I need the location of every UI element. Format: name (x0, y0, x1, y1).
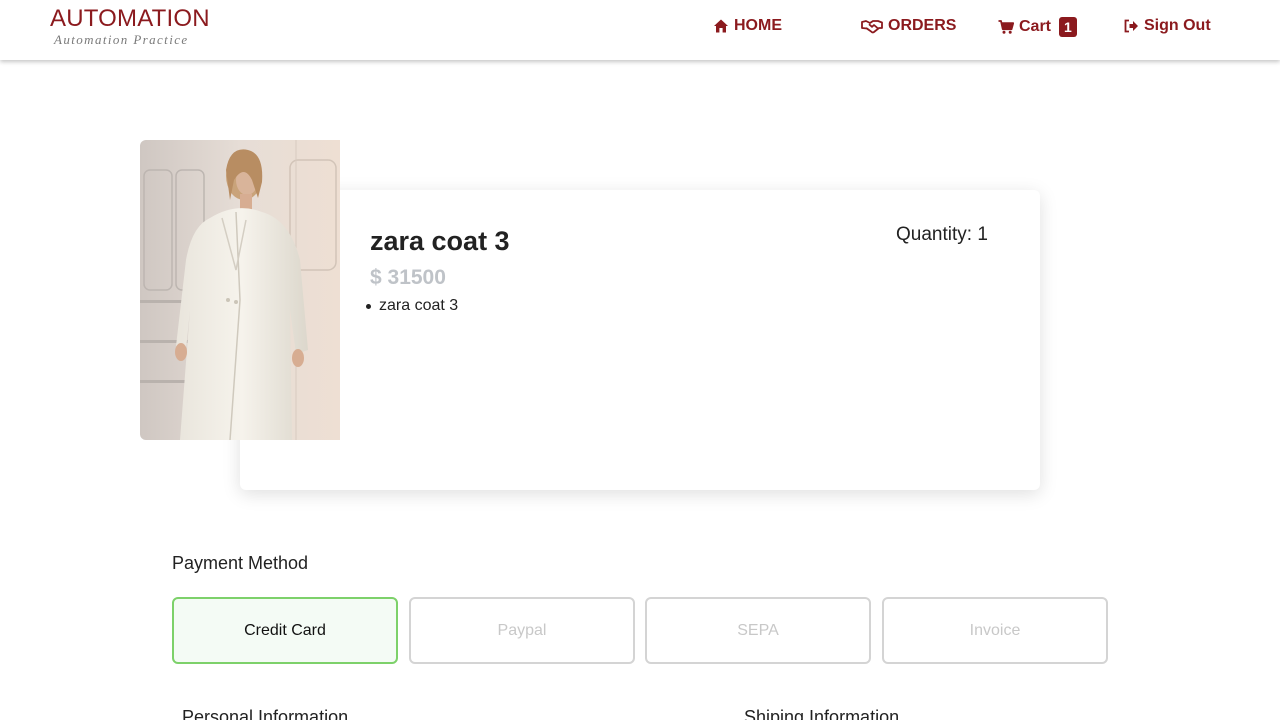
nav-home-label: HOME (734, 17, 782, 34)
cart-icon (998, 19, 1014, 35)
payment-option-credit-card[interactable]: Credit Card (172, 597, 398, 664)
product-description-text: zara coat 3 (379, 297, 459, 314)
bullet-icon (366, 303, 371, 309)
shipping-information-title: Shiping Information (744, 707, 900, 720)
payment-option-sepa[interactable]: SEPA (645, 597, 871, 664)
cart-count-badge: 1 (1059, 17, 1077, 37)
payment-method-title: Payment Method (172, 553, 309, 573)
sign-out-icon (1123, 18, 1139, 34)
product-description-item: zara coat 3 (366, 297, 458, 315)
payment-option-paypal[interactable]: Paypal (409, 597, 635, 664)
nav-orders-button[interactable]: ORDERS (861, 17, 956, 35)
personal-information-title: Personal Information (182, 707, 349, 720)
home-icon (713, 18, 729, 34)
brand-subtitle: Automation Practice (54, 32, 189, 47)
nav-cart-label: Cart (1019, 18, 1052, 35)
handshake-icon (861, 18, 883, 34)
nav-orders-label: ORDERS (888, 17, 957, 34)
top-navbar: AUTOMATION Automation Practice HOME ORDE… (0, 0, 1280, 60)
payment-option-invoice[interactable]: Invoice (882, 597, 1108, 664)
nav-home-button[interactable]: HOME (713, 17, 782, 35)
product-price: $ 31500 (370, 266, 446, 289)
product-quantity: Quantity: 1 (896, 224, 988, 245)
product-name: zara coat 3 (370, 226, 510, 256)
nav-signout-label: Sign Out (1144, 17, 1211, 34)
brand-title: AUTOMATION (50, 5, 210, 32)
brand-logo[interactable]: AUTOMATION Automation Practice (50, 6, 210, 48)
nav-cart-button[interactable]: Cart 1 (998, 17, 1077, 37)
product-image (140, 140, 340, 440)
nav-signout-button[interactable]: Sign Out (1123, 17, 1211, 35)
